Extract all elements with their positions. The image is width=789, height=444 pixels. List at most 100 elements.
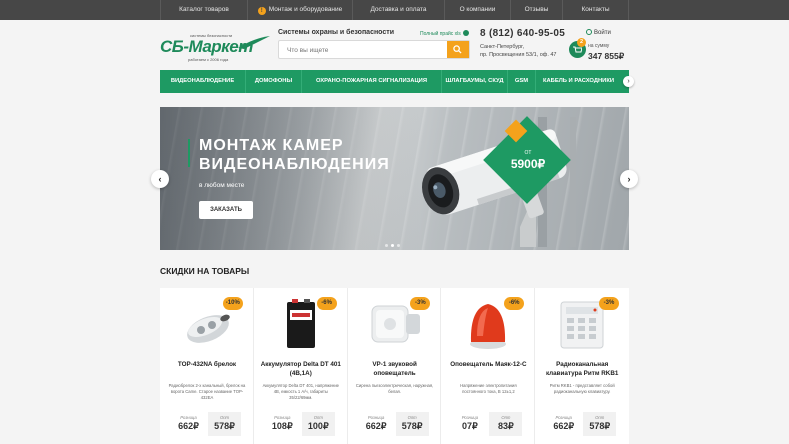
product-card[interactable]: -3% Радиоканальная клавиатура Ритм RKB1 … xyxy=(535,288,629,444)
badge-price: 5900₽ xyxy=(510,157,546,171)
slider-dot[interactable] xyxy=(397,244,400,247)
nav-reviews-label: Отзывы xyxy=(524,6,549,13)
discount-badge: -3% xyxy=(598,297,619,310)
price-list-label: Полный прайс xls xyxy=(420,31,461,37)
category-gsm-label: GSM xyxy=(514,78,529,84)
login-link[interactable]: Войти xyxy=(586,29,611,36)
wholesale-label: Опт xyxy=(219,415,230,420)
wholesale-label: Опт xyxy=(501,415,511,420)
retail-price: 662₽ xyxy=(178,421,199,431)
site-tagline: Системы охраны и безопасности xyxy=(278,29,394,36)
wholesale-price-box: Опт 578₽ xyxy=(208,412,241,436)
product-description: Аккумулятор Delta DT 401, напряжение 4В,… xyxy=(262,383,339,400)
site-logo[interactable]: системы безопасности СБ-Маркет работаем … xyxy=(160,33,270,63)
cart-icon: 2 xyxy=(569,38,586,58)
slider-prev-button[interactable]: ‹ xyxy=(151,170,169,188)
address-line-1: Санкт-Петербург, xyxy=(480,44,524,50)
nav-delivery[interactable]: Доставка и оплата xyxy=(353,0,445,20)
top-navigation: Каталог товаров ! Монтаж и оборудование Д… xyxy=(0,0,789,20)
slider-dot-active[interactable] xyxy=(391,244,394,247)
category-barriers[interactable]: ШЛАГБАУМЫ, СКУД xyxy=(442,70,508,93)
logo-swoosh-icon xyxy=(238,36,270,49)
badge-from: ОТ xyxy=(524,150,532,156)
product-name[interactable]: Радиоканальная клавиатура Ритм RKB1 xyxy=(541,361,623,378)
nav-contacts[interactable]: Контакты xyxy=(563,0,629,20)
retail-price-box: Розница 07₽ xyxy=(453,412,486,436)
retail-price-box: Розница 108₽ xyxy=(266,412,299,436)
discount-badge: -6% xyxy=(316,297,337,310)
product-prices: Розница 07₽ Опт 83₽ xyxy=(453,412,523,436)
retail-price-box: Розница 662₽ xyxy=(172,412,205,436)
cart-widget[interactable]: 2 на сумму 347 855₽ xyxy=(569,38,629,63)
discount-badge: -3% xyxy=(410,297,431,310)
price-badge-text: ОТ 5900₽ xyxy=(500,150,556,171)
nav-about[interactable]: О компании xyxy=(445,0,511,20)
category-fire-alarm-label: ОХРАНО-ПОЖАРНАЯ СИГНАЛИЗАЦИЯ xyxy=(315,78,428,84)
logo-bottom-text: работаем с 2006 года xyxy=(188,57,229,62)
basket-icon xyxy=(573,46,582,53)
slide-title: МОНТАЖ КАМЕР ВИДЕОНАБЛЮДЕНИЯ xyxy=(199,136,390,174)
product-card[interactable]: -6% Оповещатель Маяк-12-С Напряжение эле… xyxy=(441,288,536,444)
wholesale-label: Опт xyxy=(313,415,323,420)
product-name[interactable]: TOP-432NA брелок xyxy=(166,361,248,370)
slider-dots xyxy=(385,234,403,250)
retail-label: Розница xyxy=(180,415,197,420)
product-description: Сирена пьезоэлектрическая, наружная, бел… xyxy=(355,383,434,394)
discount-badge: -10% xyxy=(222,297,243,310)
category-barriers-label: ШЛАГБАУМЫ, СКУД xyxy=(445,78,504,84)
slider-shade xyxy=(160,107,420,250)
nav-installation[interactable]: ! Монтаж и оборудование xyxy=(248,0,353,20)
category-more-button[interactable]: › xyxy=(623,76,634,87)
product-prices: Розница 662₽ Опт 578₽ xyxy=(547,412,617,436)
category-bar: ВИДЕОНАБЛЮДЕНИЕ ДОМОФОНЫ ОХРАНО-ПОЖАРНАЯ… xyxy=(160,70,634,93)
alert-icon: ! xyxy=(257,7,266,15)
category-gsm[interactable]: GSM xyxy=(508,70,536,93)
product-card[interactable]: -3% VP-1 звуковой оповещатель Сирена пье… xyxy=(348,288,442,444)
category-intercoms-label: ДОМОФОНЫ xyxy=(254,78,293,84)
phone-number[interactable]: 8 (812) 640-95-05 xyxy=(480,28,565,39)
product-card[interactable]: -6% Аккумулятор Delta DT 401 (4В,1А) Акк… xyxy=(254,288,348,444)
search-input[interactable] xyxy=(287,44,437,56)
nav-reviews[interactable]: Отзывы xyxy=(511,0,563,20)
product-card[interactable]: -10% TOP-432NA брелок Радиобрелок 2-х ка… xyxy=(160,288,254,444)
category-fire-alarm[interactable]: ОХРАНО-ПОЖАРНАЯ СИГНАЛИЗАЦИЯ xyxy=(302,70,442,93)
title-accent-bar xyxy=(188,139,190,167)
category-video-label: ВИДЕОНАБЛЮДЕНИЕ xyxy=(170,78,235,84)
product-name[interactable]: VP-1 звуковой оповещатель xyxy=(354,361,436,378)
category-cable[interactable]: КАБЕЛЬ И РАСХОДНИКИ xyxy=(536,70,621,93)
nav-about-label: О компании xyxy=(459,6,496,13)
retail-price: 662₽ xyxy=(365,421,387,431)
category-video[interactable]: ВИДЕОНАБЛЮДЕНИЕ xyxy=(160,70,246,93)
wholesale-price-box: Опт 83₽ xyxy=(489,412,523,436)
discount-badge: -6% xyxy=(504,297,525,310)
search-box xyxy=(278,40,470,59)
product-description: Ритм RKB1 - представляет собой радиокана… xyxy=(549,383,615,394)
category-cable-label: КАБЕЛЬ И РАСХОДНИКИ xyxy=(542,78,615,84)
cart-sum: 347 855₽ xyxy=(588,51,625,61)
retail-price: 07₽ xyxy=(462,421,478,431)
retail-price-box: Розница 662₽ xyxy=(547,412,580,436)
wholesale-label: Опт xyxy=(407,415,417,420)
site-header: системы безопасности СБ-Маркет работаем … xyxy=(0,20,789,70)
price-list-link[interactable]: Полный прайс xls xyxy=(420,30,469,37)
product-prices: Розница 662₽ Опт 578₽ xyxy=(360,412,430,436)
address: Санкт-Петербург, пр. Просвещения 53/1, оф… xyxy=(480,43,557,59)
order-button[interactable]: ЗАКАЗАТЬ xyxy=(199,201,253,219)
search-button[interactable] xyxy=(447,41,469,58)
cart-sum-label: на сумму xyxy=(588,43,610,49)
nav-catalog[interactable]: Каталог товаров xyxy=(160,0,248,20)
product-name[interactable]: Оповещатель Маяк-12-С xyxy=(447,361,529,370)
wholesale-price: 578₽ xyxy=(401,421,423,431)
hero-slider: ОТ 5900₽ МОНТАЖ КАМЕР ВИДЕОНАБЛЮДЕНИЯ в л… xyxy=(160,107,629,250)
address-line-2: пр. Просвещения 53/1, оф. 47 xyxy=(480,52,557,58)
retail-label: Розница xyxy=(367,415,385,420)
wholesale-price: 578₽ xyxy=(214,421,235,431)
retail-label: Розница xyxy=(461,415,479,420)
category-intercoms[interactable]: ДОМОФОНЫ xyxy=(246,70,302,93)
product-description: Напряжение электропитания постоянного то… xyxy=(460,383,517,394)
slider-dot[interactable] xyxy=(385,244,388,247)
product-prices: Розница 108₽ Опт 100₽ xyxy=(266,412,336,436)
product-name[interactable]: Аккумулятор Delta DT 401 (4В,1А) xyxy=(260,361,342,378)
slide-title-line-1: МОНТАЖ КАМЕР xyxy=(199,137,344,154)
slider-next-button[interactable]: › xyxy=(620,170,638,188)
